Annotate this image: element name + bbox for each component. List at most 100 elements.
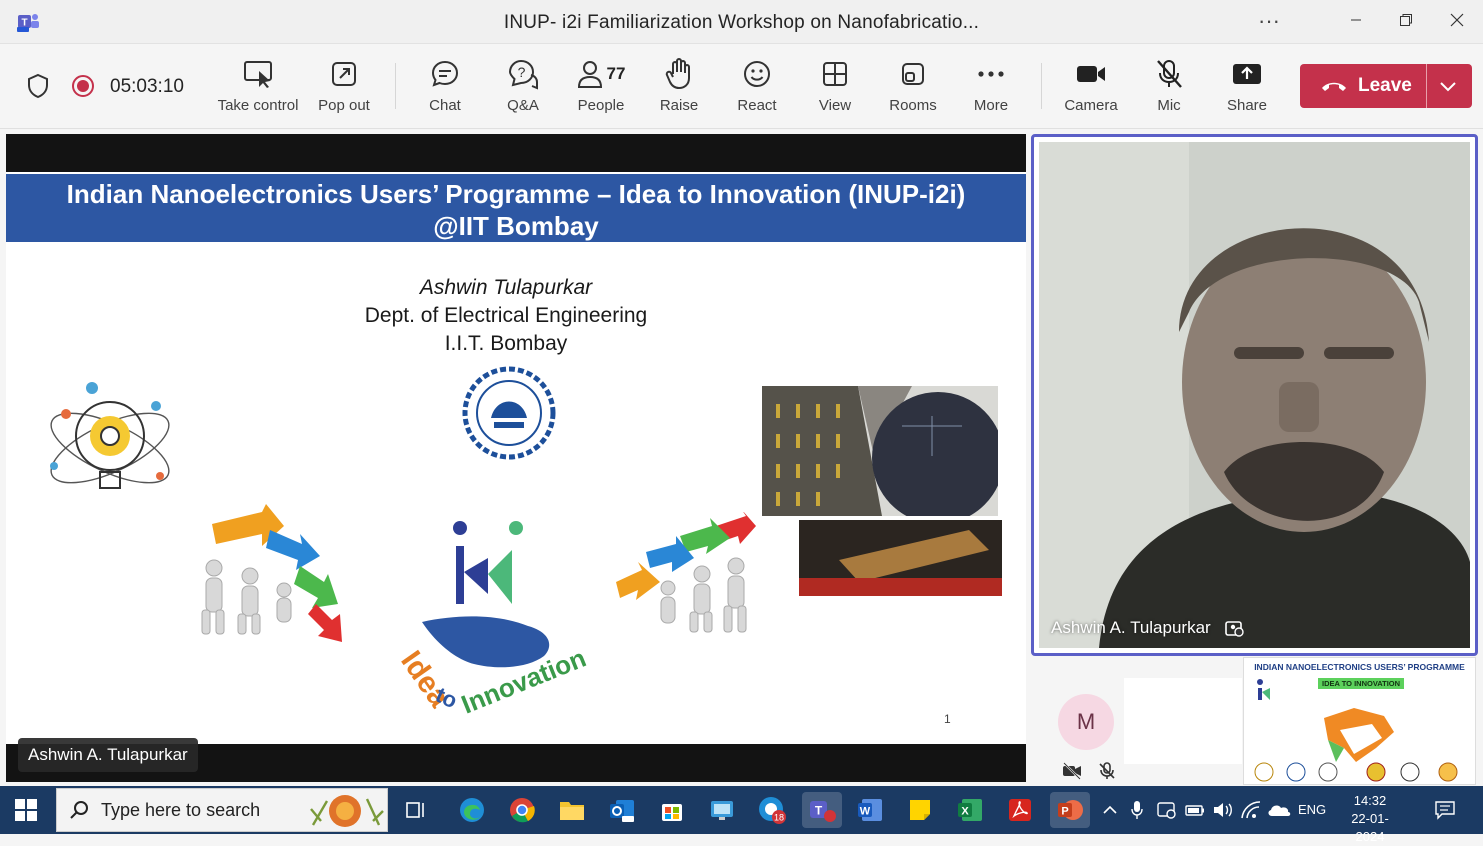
participant-video-tile[interactable]: Ashwin A. Tulapurkar: [1031, 134, 1478, 656]
raise-hand-button[interactable]: Raise: [639, 57, 719, 119]
mic-off-icon: [1157, 60, 1182, 88]
people-button[interactable]: 77 People: [561, 57, 641, 119]
rooms-button[interactable]: Rooms: [873, 57, 953, 119]
participant-avatar[interactable]: M: [1058, 694, 1114, 750]
taskbar-search-box[interactable]: Type here to search: [56, 788, 388, 832]
grid-view-icon: [823, 62, 847, 86]
clock-date: 22-01-2024: [1351, 811, 1389, 844]
view-button[interactable]: View: [795, 57, 875, 119]
participant-status-icons: [1062, 762, 1116, 780]
rooms-icon: [902, 63, 924, 85]
recording-icon: [72, 75, 94, 97]
qa-label: Q&A: [507, 97, 539, 114]
leave-divider: [1426, 64, 1427, 108]
chat-label: Chat: [429, 97, 461, 114]
pop-out-label: Pop out: [318, 97, 370, 114]
lightbulb-gear-illustration: [50, 382, 170, 489]
slide-page-number: 1: [944, 712, 951, 726]
clock-time: 14:32: [1353, 793, 1387, 808]
mic-label: Mic: [1157, 97, 1181, 114]
outlook-icon[interactable]: 18: [754, 792, 790, 828]
mic-button[interactable]: Mic: [1129, 57, 1209, 119]
svg-text:?: ?: [518, 64, 526, 80]
file-explorer-icon[interactable]: [554, 792, 590, 828]
raise-hand-icon: [665, 58, 690, 90]
chat-button[interactable]: Chat: [405, 57, 485, 119]
chat-icon: [431, 60, 459, 87]
share-icon: [1233, 64, 1261, 84]
smile-icon: [744, 61, 770, 87]
more-horizontal-icon[interactable]: ···: [1258, 8, 1280, 34]
search-highlight-icon: [310, 795, 384, 827]
mic-off-icon[interactable]: [1098, 762, 1116, 780]
slide-department: Dept. of Electrical Engineering: [364, 304, 648, 327]
acrobat-icon[interactable]: [1002, 792, 1038, 828]
minimize-button[interactable]: [1336, 6, 1376, 34]
word-icon[interactable]: W: [852, 792, 888, 828]
onedrive-icon[interactable]: [1266, 802, 1292, 818]
wifi-icon[interactable]: [1240, 800, 1262, 820]
microsoft-store-icon[interactable]: [654, 792, 690, 828]
people-count: 77: [606, 64, 626, 83]
camera-label: Camera: [1064, 97, 1118, 114]
leave-button[interactable]: Leave: [1300, 64, 1472, 108]
control-panel-icon[interactable]: [704, 792, 740, 828]
take-control-button[interactable]: Take control: [218, 57, 298, 119]
elapsed-time: 05:03:10: [110, 76, 184, 97]
restore-button[interactable]: [1386, 6, 1426, 34]
microphone-tray-icon[interactable]: [1130, 800, 1144, 820]
chrome-browser-icon[interactable]: [504, 792, 540, 828]
more-icon: [978, 71, 1004, 77]
shield-icon[interactable]: [26, 73, 50, 99]
slide-title-line2: @IIT Bombay: [433, 211, 599, 241]
teams-taskbar-icon[interactable]: T: [802, 792, 842, 828]
toolbar-divider: [395, 63, 396, 109]
pin-participant-icon[interactable]: [1225, 620, 1245, 638]
chevron-down-icon[interactable]: [1438, 76, 1458, 96]
outlook-badge-count: 18: [774, 813, 784, 823]
more-label: More: [973, 97, 1009, 114]
windows-start-icon[interactable]: [14, 798, 38, 822]
notification-icon[interactable]: [1434, 800, 1456, 820]
task-view-icon[interactable]: [398, 792, 434, 828]
windows-taskbar: Type here to search 18 T W X P ENG 14:32…: [0, 786, 1483, 844]
toolbar-divider: [1041, 63, 1042, 109]
phone-hangup-icon: [1322, 82, 1346, 91]
qa-button[interactable]: ? Q&A: [483, 57, 563, 119]
svg-text:T: T: [815, 804, 823, 818]
raise-label: Raise: [659, 97, 699, 114]
india-map-illustration: [1254, 679, 1458, 782]
meet-now-icon[interactable]: [1156, 800, 1178, 820]
battery-icon[interactable]: [1184, 800, 1206, 820]
powerpoint-icon[interactable]: P: [1050, 792, 1090, 828]
volume-icon[interactable]: [1212, 800, 1234, 820]
outlook-new-icon[interactable]: [604, 792, 640, 828]
share-button[interactable]: Share: [1207, 57, 1287, 119]
sticky-notes-icon[interactable]: [902, 792, 938, 828]
teamwork-arrows-illustration-left: [201, 504, 342, 642]
slide-banner: Indian Nanoelectronics Users’ Programme …: [6, 174, 1026, 242]
participant-slide-thumbnail[interactable]: INDIAN NANOELECTRONICS USERS’ PROGRAMME …: [1243, 657, 1476, 785]
chevron-up-icon[interactable]: [1102, 804, 1118, 816]
teamwork-arrows-illustration-right: [616, 512, 756, 633]
close-button[interactable]: [1437, 6, 1477, 34]
wafer-photo: [762, 386, 998, 516]
more-button[interactable]: More: [951, 57, 1031, 119]
qa-icon: ?: [508, 59, 538, 90]
shared-slide: Indian Nanoelectronics Users’ Programme …: [6, 134, 1026, 782]
participant-tile-blank: [1124, 678, 1242, 764]
leave-label: Leave: [1358, 75, 1412, 96]
camera-button[interactable]: Camera: [1051, 57, 1131, 119]
view-label: View: [818, 97, 852, 114]
camera-off-icon[interactable]: [1062, 762, 1082, 780]
slide-title-line1: Indian Nanoelectronics Users’ Programme …: [66, 179, 966, 209]
participant-video: Ashwin A. Tulapurkar: [1039, 142, 1470, 648]
taskbar-clock[interactable]: 14:32 22-01-2024: [1338, 792, 1402, 846]
language-indicator[interactable]: ENG: [1298, 802, 1326, 817]
edge-browser-icon[interactable]: [454, 792, 490, 828]
excel-icon[interactable]: X: [952, 792, 988, 828]
pop-out-button[interactable]: Pop out: [304, 57, 384, 119]
react-button[interactable]: React: [717, 57, 797, 119]
people-icon: [577, 61, 602, 88]
participant-video-frame: [1039, 142, 1470, 648]
